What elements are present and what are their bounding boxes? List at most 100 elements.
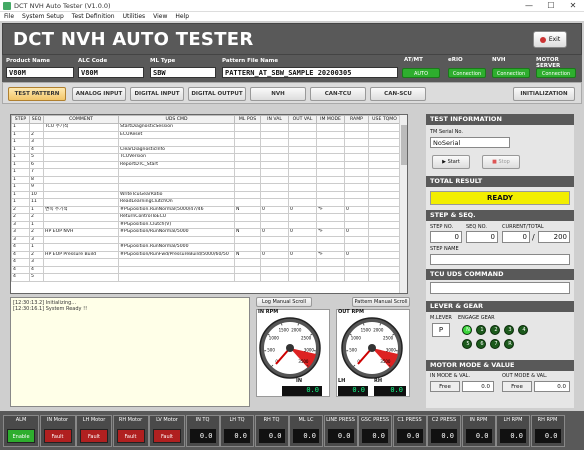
log-panel[interactable]: [12:30:13.2] Initializing... [12:30:16.1…: [10, 297, 250, 407]
status-button[interactable]: Fault: [116, 429, 145, 443]
table-cell: [316, 258, 345, 267]
table-row[interactable]: 43: [11, 258, 401, 267]
engage-gear-label: ENGAGE GEAR: [458, 315, 495, 321]
exit-button[interactable]: Exit: [533, 31, 567, 48]
column-header: OUT VAL: [288, 115, 317, 124]
pattern-manual-scroll-button[interactable]: Pattern Manual Scroll: [352, 297, 410, 307]
table-cell: [316, 175, 345, 184]
grid-scrollbar[interactable]: [399, 115, 407, 293]
status-label: C2 PRESS: [431, 417, 457, 423]
tab-initialization[interactable]: INITIALIZATION: [513, 87, 575, 101]
bottom-status-bar: ALM Enable IN Motor Fault LH Motor Fault RH Mo…: [0, 411, 584, 450]
gauge-tick-label: 2000: [373, 328, 384, 333]
table-row[interactable]: 4 2 HP EOP Pressure Build #PGposition/RunFw…: [11, 250, 401, 259]
table-row[interactable]: 4 1 #PGposition.RunNormal/5000: [11, 243, 401, 252]
menu-view[interactable]: View: [153, 13, 167, 20]
table-row[interactable]: 33: [11, 235, 401, 244]
table-cell: [260, 235, 289, 244]
tab-can-scu[interactable]: CAN-SCU: [370, 87, 426, 101]
menu-file[interactable]: File: [4, 13, 14, 20]
table-cell: [234, 190, 261, 199]
product-name-field[interactable]: V80M: [6, 67, 74, 78]
column-header: IN VAL: [260, 115, 289, 124]
status-label: LH TQ: [229, 417, 245, 423]
status-button[interactable]: Enable: [7, 429, 35, 443]
table-cell: [43, 235, 119, 244]
table-cell: [316, 198, 345, 207]
table-row[interactable]: 13: [11, 138, 401, 147]
table-cell: 3: [29, 138, 44, 147]
status-button[interactable]: Fault: [153, 429, 181, 443]
stop-label: Stop: [498, 159, 510, 165]
test-pattern-grid[interactable]: STEP SEQ COMMENT UDS CMD ML POS IN VAL OUT VAL…: [10, 114, 408, 294]
table-row[interactable]: 45: [11, 273, 401, 282]
menu-test-definition[interactable]: Test Definition: [72, 13, 115, 20]
status-value: 0.0: [362, 429, 388, 443]
table-row[interactable]: 1 2 ECUReset: [11, 130, 401, 139]
table-row[interactable]: 1 11 ReadLearningClutchOn: [11, 198, 401, 207]
table-row[interactable]: 2 1 변속 주기적 #PGposition.RunNormal(5000/47/46…: [11, 205, 401, 214]
exit-icon: [539, 36, 546, 43]
menu-system-setup[interactable]: System Setup: [22, 13, 64, 20]
menu-utilities[interactable]: Utilities: [123, 13, 146, 20]
grid-scroll-thumb[interactable]: [401, 125, 407, 165]
table-row[interactable]: 18: [11, 175, 401, 184]
table-row[interactable]: 17: [11, 168, 401, 177]
maximize-button[interactable]: ☐: [540, 0, 562, 12]
table-cell: 4: [11, 243, 30, 252]
table-cell: ReadLearningClutchOn: [118, 198, 235, 207]
erio-label: eRIO: [448, 57, 463, 63]
table-cell: [368, 205, 401, 214]
table-cell: HP EOP NVH: [43, 228, 119, 237]
table-cell: [288, 235, 317, 244]
table-cell: [316, 145, 345, 154]
tab-can-tcu[interactable]: CAN-TCU: [310, 87, 366, 101]
table-cell: [29, 123, 44, 132]
table-row[interactable]: 3 1 #PGposition.Clutch(V): [11, 220, 401, 229]
tab-nvh[interactable]: NVH: [250, 87, 306, 101]
tab-analog-input[interactable]: ANALOG INPUT: [72, 87, 126, 101]
tab-test-pattern[interactable]: TEST PATTERN: [8, 87, 66, 101]
status-button[interactable]: Fault: [43, 429, 72, 443]
table-cell: 1: [11, 190, 30, 199]
table-cell: ReturnControlToECU: [118, 213, 235, 222]
table-cell: [288, 145, 317, 154]
table-cell: 4: [11, 273, 30, 282]
table-row[interactable]: 19: [11, 183, 401, 192]
tab-digital-input[interactable]: DIGITAL INPUT: [130, 87, 184, 101]
table-row[interactable]: 1 5 TCUVersion: [11, 153, 401, 162]
table-cell: [260, 145, 289, 154]
serial-input[interactable]: NoSerial: [430, 137, 510, 148]
alc-code-field[interactable]: V80M: [78, 67, 144, 78]
ml-type-field[interactable]: SBW: [150, 67, 216, 78]
status-button[interactable]: Fault: [80, 429, 108, 443]
column-header: RAMP: [344, 115, 369, 124]
menu-help[interactable]: Help: [175, 13, 189, 20]
out-rpm-title: OUT RPM: [338, 309, 364, 315]
table-cell: ECUReset: [118, 130, 235, 139]
table-cell: [288, 265, 317, 274]
minimize-button[interactable]: —: [518, 0, 540, 12]
tab-digital-output[interactable]: DIGITAL OUTPUT: [188, 87, 246, 101]
log-manual-scroll-button[interactable]: Log Manual Scroll: [256, 297, 312, 307]
table-row[interactable]: 1 TCU 주기적 StartDiagnosticSession: [11, 123, 401, 132]
gauge-tick-label: 500: [349, 348, 357, 353]
pattern-file-field[interactable]: PATTERN_AT_SBW_SAMPLE 20200305: [222, 67, 398, 78]
test-info-header: TEST INFORMATION: [426, 114, 574, 125]
column-header: ML POS: [234, 115, 261, 124]
table-row[interactable]: 3 2 HP EOP NVH #PGposition/RunNormal/5000 N 0…: [11, 228, 401, 237]
table-cell: [43, 153, 119, 162]
start-button[interactable]: ▶ Start: [432, 155, 470, 169]
table-row[interactable]: 1 4 ClearDiagnosticInfo: [11, 145, 401, 154]
close-button[interactable]: ✕: [562, 0, 584, 12]
stop-button[interactable]: ■ Stop: [482, 155, 520, 169]
table-row[interactable]: 1 10 WriteTcuGearRatio: [11, 190, 401, 199]
table-row[interactable]: 44: [11, 265, 401, 274]
table-cell: 1: [11, 145, 30, 154]
table-cell: 1: [29, 205, 44, 214]
table-cell: 1: [11, 183, 30, 192]
table-row[interactable]: 2 2 ReturnControlToECU: [11, 213, 401, 222]
table-cell: [316, 153, 345, 162]
table-cell: N: [234, 250, 261, 259]
table-row[interactable]: 1 6 ReportDTC_Start: [11, 160, 401, 169]
